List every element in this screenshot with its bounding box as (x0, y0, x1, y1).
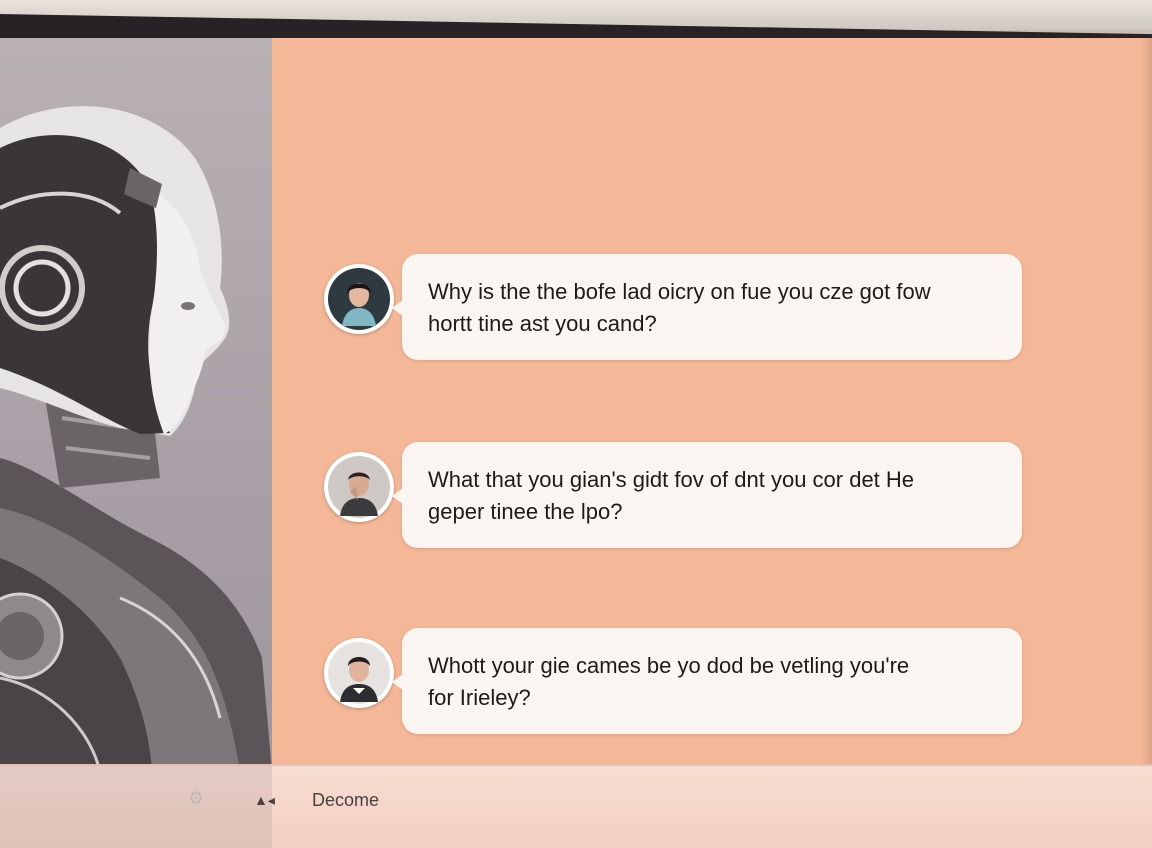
message-line: What that you gian's gidt fov of dnt you… (428, 467, 915, 492)
man-avatar[interactable] (324, 638, 394, 708)
message-bubble: Whott your gie cames be yo dod be vetlin… (392, 628, 1022, 734)
speaker-icon[interactable]: ▲◂ (254, 792, 275, 809)
message-line: Whott your gie cames be yo dod be vetlin… (428, 653, 910, 678)
toolbar-label[interactable]: Decome (312, 790, 379, 811)
chat-area: Why is the the bofe lad oicry on fue you… (272, 38, 1152, 772)
toolbar-left-shade (0, 766, 272, 848)
woman-avatar-icon (328, 268, 390, 330)
man-avatar-icon (328, 642, 390, 704)
message-line: for Irieley? (428, 685, 531, 710)
message-bubble: What that you gian's gidt fov of dnt you… (392, 442, 1022, 548)
chat-app-screen: Why is the the bofe lad oicry on fue you… (0, 38, 1152, 848)
message-text: Whott your gie cames be yo dod be vetlin… (428, 650, 1008, 714)
man-avatar[interactable] (324, 452, 394, 522)
message-line: Why is the the bofe lad oicry on fue you… (428, 279, 931, 304)
message-line: geper tinee the lpo? (428, 499, 623, 524)
settings-icon[interactable]: ⚙ (188, 788, 204, 809)
message-line: hortt tine ast you cand? (428, 311, 657, 336)
message-bubble: Why is the the bofe lad oicry on fue you… (392, 254, 1022, 360)
bottom-toolbar: ⚙ ▲◂ Decome (0, 764, 1152, 848)
man-avatar-icon (328, 456, 390, 518)
message-text: Why is the the bofe lad oicry on fue you… (428, 276, 1008, 340)
message-text: What that you gian's gidt fov of dnt you… (428, 464, 1008, 528)
robot-illustration-panel (0, 38, 272, 772)
robot-illustration (0, 106, 272, 772)
screen-edge-shade (1140, 38, 1152, 772)
woman-avatar[interactable] (324, 264, 394, 334)
